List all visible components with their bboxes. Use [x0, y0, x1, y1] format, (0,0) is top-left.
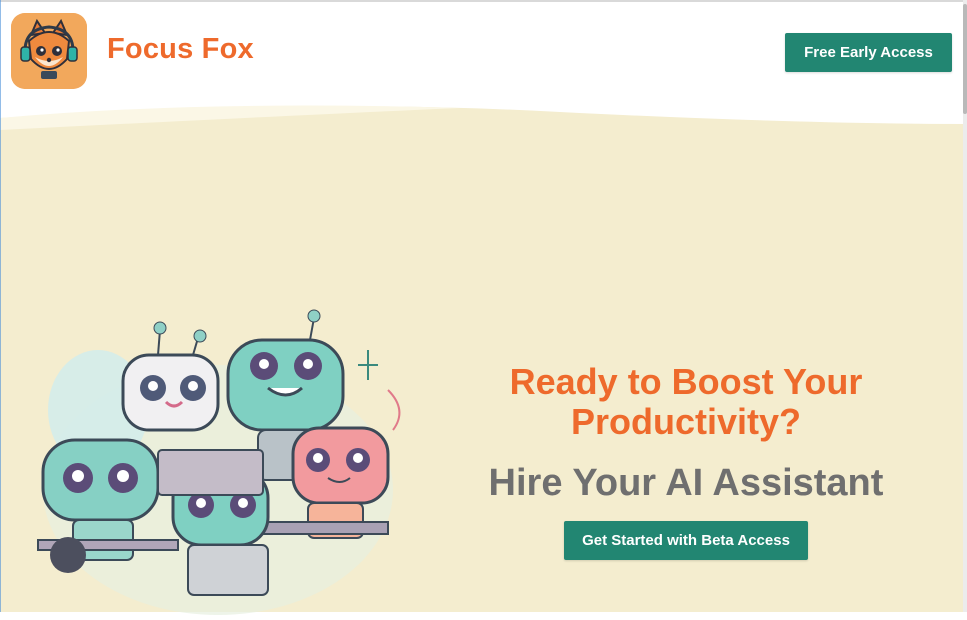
scrollbar-track[interactable] [963, 0, 967, 612]
window-left-edge [0, 0, 1, 612]
brand-name[interactable]: Focus Fox [107, 33, 254, 66]
get-started-beta-button[interactable]: Get Started with Beta Access [564, 521, 808, 560]
hero-subheadline: Hire Your AI Assistant [488, 462, 884, 504]
robots-working-illustration [37, 309, 401, 615]
hero-text: Ready to Boost Your Productivity? Hire Y… [430, 361, 942, 505]
site-header: Focus Fox Free Early Access [0, 2, 967, 102]
scrollbar-thumb[interactable] [963, 4, 967, 114]
free-early-access-button[interactable]: Free Early Access [785, 33, 952, 72]
hero-headline: Ready to Boost Your Productivity? [509, 361, 863, 442]
fox-with-headphones-icon[interactable] [11, 13, 87, 89]
